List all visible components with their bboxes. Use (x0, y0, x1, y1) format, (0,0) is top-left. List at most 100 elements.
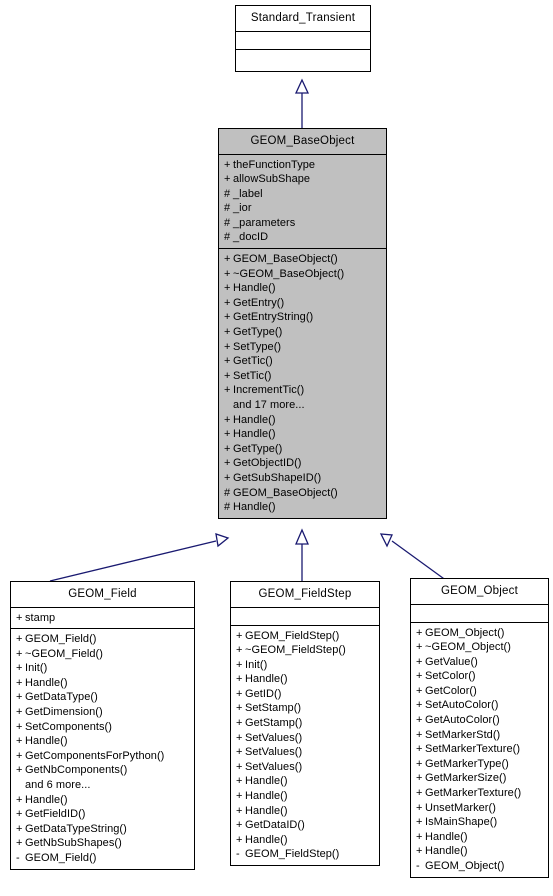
visibility-marker: + (16, 764, 23, 777)
class-box-geom-object[interactable]: GEOM_Object + GEOM_Object() + ~GEOM_Object… (410, 578, 549, 878)
attribute-row: + theFunctionType (219, 158, 386, 173)
class-attributes-geom-baseobject: + theFunctionType + allowSubShape # _label … (219, 153, 386, 249)
visibility-marker: + (16, 662, 23, 675)
class-operations-geom-field: + GEOM_Field() + ~GEOM_Field() + Init() + Ha… (11, 628, 194, 869)
operation-row: + ~GEOM_BaseObject() (219, 267, 386, 282)
visibility-marker: + (16, 633, 23, 646)
visibility-marker: + (236, 629, 243, 642)
operation-row: + Handle() (231, 804, 379, 819)
member-label: SetValues() (245, 746, 303, 759)
operation-row: + GetID() (231, 687, 379, 702)
visibility-marker: + (224, 296, 231, 309)
class-box-standard-transient[interactable]: Standard_Transient (235, 5, 371, 72)
attribute-row: # _parameters (219, 216, 386, 231)
visibility-marker: + (16, 647, 23, 660)
member-label: Init() (25, 662, 48, 675)
member-label: SetColor() (425, 670, 476, 683)
visibility-marker: + (224, 471, 231, 484)
visibility-marker: # (224, 202, 231, 215)
visibility-marker: + (416, 699, 423, 712)
member-label: GEOM_Field() (25, 852, 97, 864)
member-label: UnsetMarker() (425, 801, 496, 814)
member-label: Handle() (245, 790, 288, 803)
member-label: GetObjectID() (233, 457, 302, 470)
operation-row: + Handle() (231, 833, 379, 848)
member-label: GetTic() (233, 355, 273, 368)
visibility-marker: + (236, 775, 243, 788)
member-label: GetStamp() (245, 717, 303, 730)
member-label: GetMarkerSize() (425, 772, 507, 785)
member-label: SetMarkerStd() (425, 728, 501, 741)
visibility-marker: + (236, 644, 243, 657)
member-label: _docID (233, 231, 269, 244)
visibility-marker: + (416, 743, 423, 756)
visibility-marker: + (416, 670, 423, 683)
operation-row: + SetStamp() (231, 701, 379, 716)
member-label: GetColor() (425, 684, 477, 697)
visibility-marker: + (224, 311, 231, 324)
class-title-standard-transient: Standard_Transient (250, 12, 356, 24)
operation-row: + GetNbSubShapes() (11, 836, 194, 851)
member-label: SetType() (233, 340, 282, 353)
member-label: GEOM_BaseObject() (233, 486, 338, 499)
member-label: ~GEOM_Field() (25, 647, 103, 660)
visibility-marker: + (416, 830, 423, 843)
visibility-marker: + (16, 720, 23, 733)
class-attributes-standard-transient (236, 30, 370, 49)
class-operations-standard-transient (236, 48, 370, 71)
member-label: GetDataTypeString() (25, 822, 127, 835)
class-box-geom-baseobject[interactable]: GEOM_BaseObject + theFunctionType + allowS… (218, 128, 387, 519)
visibility-marker: + (236, 673, 243, 686)
operation-row: - GEOM_FieldStep() (231, 847, 379, 862)
visibility-marker: + (236, 790, 243, 803)
visibility-marker: + (416, 845, 423, 858)
member-label: Handle() (233, 282, 276, 295)
member-label: GetNbSubShapes() (25, 837, 122, 850)
visibility-marker: + (224, 282, 231, 295)
member-label: GetType() (233, 442, 283, 455)
class-title-geom-fieldstep: GEOM_FieldStep (258, 588, 352, 600)
operation-row: + GEOM_Object() (411, 626, 548, 641)
visibility-marker: + (224, 442, 231, 455)
member-label: GetEntryString() (233, 311, 314, 324)
member-label: Handle() (233, 428, 276, 441)
member-label: GetDimension() (25, 706, 103, 719)
visibility-marker: + (16, 676, 23, 689)
class-title-geom-baseobject: GEOM_BaseObject (250, 135, 355, 147)
member-label: GetMarkerTexture() (425, 787, 522, 800)
visibility-marker: # (224, 486, 231, 499)
operation-row: + GetMarkerType() (411, 757, 548, 772)
class-box-geom-field[interactable]: GEOM_Field + stamp + GEOM_Field() + ~GEOM_F… (10, 581, 195, 870)
operation-row: + ~GEOM_FieldStep() (231, 643, 379, 658)
operation-row: + GetType() (219, 325, 386, 340)
member-label: GetAutoColor() (425, 714, 500, 727)
visibility-marker: + (224, 384, 231, 397)
member-label: GetSubShapeID() (233, 471, 322, 484)
member-label: GetType() (233, 326, 283, 339)
class-attributes-geom-fieldstep (231, 606, 379, 625)
attribute-row: + allowSubShape (219, 172, 386, 187)
operation-row: + GetStamp() (231, 716, 379, 731)
operation-row: + IncrementTic() (219, 383, 386, 398)
class-box-geom-fieldstep[interactable]: GEOM_FieldStep + GEOM_FieldStep() + ~GEOM_… (230, 581, 380, 866)
attribute-row: # _docID (219, 230, 386, 245)
operation-row: + ~GEOM_Field() (11, 647, 194, 662)
member-label: GetDataID() (245, 819, 305, 832)
visibility-marker: + (16, 691, 23, 704)
member-label: and 6 more... (25, 779, 91, 792)
operation-row: + GetEntryString() (219, 310, 386, 325)
visibility-marker: - (236, 848, 240, 861)
class-title-geom-object: GEOM_Object (441, 585, 518, 597)
visibility-marker: + (236, 717, 243, 730)
member-label: Handle() (233, 501, 276, 514)
visibility-marker: + (236, 833, 243, 846)
visibility-marker: + (224, 340, 231, 353)
member-label: GetID() (245, 687, 282, 700)
visibility-marker: + (224, 413, 231, 426)
operation-row: + GetComponentsForPython() (11, 749, 194, 764)
visibility-marker: + (416, 641, 423, 654)
member-label: Handle() (25, 676, 68, 689)
operation-row: + Handle() (411, 830, 548, 845)
visibility-marker: + (16, 793, 23, 806)
member-label: Handle() (245, 804, 288, 817)
